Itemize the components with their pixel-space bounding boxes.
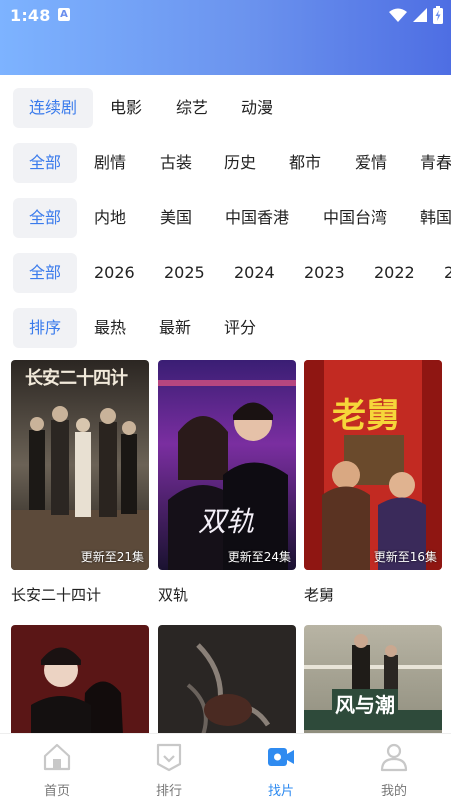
year-option[interactable]: 2025 [164,253,205,293]
year-option[interactable]: 2026 [94,253,135,293]
category-option-variety[interactable]: 综艺 [176,88,208,128]
genre-option[interactable]: 剧情 [94,143,126,183]
show-title[interactable]: 长安二十四计 [11,584,101,605]
poster-title-art: 老舅 [332,396,400,436]
category-selected-chip[interactable]: 连续剧 [13,88,94,128]
nav-label-ranking: 排行 [155,784,182,799]
show-card[interactable]: 双轨 更新至24集 双轨 [158,360,296,604]
year-option[interactable]: 2023 [304,253,345,293]
genre-filter-row: 全部 剧情 古装 历史 都市 爱情 青春 [0,143,451,183]
poster-image-changan [11,360,149,570]
sort-option-hot[interactable]: 最热 [94,308,126,348]
nav-item-home[interactable]: 首页 [1,734,113,803]
region-option[interactable]: 中国台湾 [323,198,387,238]
category-filter-row: 连续剧 电影 综艺 动漫 [0,88,451,128]
show-poster[interactable]: 老舅 更新至16集 [304,360,442,570]
genre-option[interactable]: 青春 [420,143,451,183]
show-card[interactable]: 老舅 更新至16集 老舅 [304,360,442,604]
poster-title-art: 双轨 [198,505,255,538]
bottom-nav: 首页 排行 找片 我的 [0,733,451,803]
region-selected-chip[interactable]: 全部 [13,198,78,238]
year-selected-chip[interactable]: 全部 [13,253,78,293]
header-gradient: 1:48 A [0,0,451,75]
nav-item-ranking[interactable]: 排行 [113,734,225,803]
nav-label-find: 找片 [267,784,294,799]
year-option[interactable]: 2024 [234,253,275,293]
sort-label-chip[interactable]: 排序 [13,308,78,348]
show-poster[interactable]: 双轨 更新至24集 [158,360,296,570]
region-option[interactable]: 韩国 [420,198,451,238]
sort-option-rating[interactable]: 评分 [224,308,256,348]
region-filter-row: 全部 内地 美国 中国香港 中国台湾 韩国 [0,198,451,238]
home-icon [43,743,71,771]
status-icons [389,6,443,24]
episode-badge: 更新至21集 [80,550,144,564]
region-option[interactable]: 内地 [94,198,126,238]
nav-item-find[interactable]: 找片 [225,734,337,803]
app-notification-icon: A [58,8,70,21]
region-option[interactable]: 中国香港 [225,198,289,238]
poster-title-art: 风与潮 [332,689,398,718]
nav-label-profile: 我的 [380,784,407,799]
genre-option[interactable]: 古装 [160,143,192,183]
sort-option-new[interactable]: 最新 [159,308,191,348]
show-title[interactable]: 双轨 [158,584,188,605]
profile-icon [380,743,408,772]
year-option[interactable]: 2022 [374,253,415,293]
nav-item-profile[interactable]: 我的 [338,734,450,803]
region-option[interactable]: 美国 [160,198,192,238]
show-title[interactable]: 老舅 [304,584,334,605]
wifi-icon [389,8,407,22]
signal-icon [413,8,427,22]
category-option-anime[interactable]: 动漫 [241,88,273,128]
show-poster[interactable]: 长安二十四计 更新至21集 [11,360,149,570]
sort-filter-row: 排序 最热 最新 评分 [0,308,451,348]
year-option[interactable]: 2 [444,253,451,293]
genre-option[interactable]: 爱情 [355,143,387,183]
status-bar: 1:48 A [0,0,451,30]
battery-icon [433,6,443,24]
genre-selected-chip[interactable]: 全部 [13,143,78,183]
status-time: 1:48 [10,6,51,25]
screen: 1:48 A 连续剧 电影 综艺 动漫 全部 剧情 古装 历史 都市 爱情 青春… [0,0,451,803]
ranking-icon [156,743,182,772]
nav-label-home: 首页 [43,784,70,799]
episode-badge: 更新至16集 [373,550,437,564]
video-search-icon [268,748,294,766]
episode-badge: 更新至24集 [227,550,291,564]
genre-option[interactable]: 历史 [224,143,256,183]
poster-title-art: 长安二十四计 [25,368,128,389]
show-card[interactable]: 长安二十四计 更新至21集 长安二十四计 [11,360,149,604]
genre-option[interactable]: 都市 [289,143,321,183]
year-filter-row: 全部 2026 2025 2024 2023 2022 2 [0,253,451,293]
category-option-movie[interactable]: 电影 [110,88,142,128]
